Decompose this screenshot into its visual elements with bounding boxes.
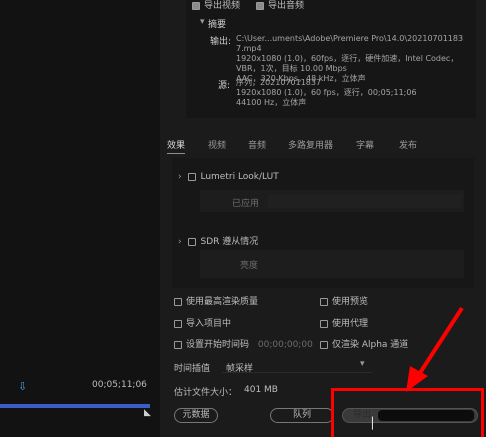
file-size-label: 估计文件大小： [174, 388, 238, 398]
import-into-project-checkbox[interactable] [174, 319, 182, 328]
summary-title: 摘要 [208, 20, 227, 30]
chevron-right-icon[interactable]: › [178, 237, 182, 247]
use-preview-checkbox[interactable] [320, 297, 328, 306]
export-video-checkbox[interactable] [192, 1, 200, 10]
start-timecode-value[interactable]: 00;00;00;00 [258, 340, 313, 350]
use-preview-label: 使用预览 [332, 297, 369, 307]
export-audio-checkbox[interactable] [256, 1, 264, 10]
output-line: 1920x1080 (1.0)，60fps，逐行，硬件加速，Intel Code… [236, 54, 459, 63]
output-label: 输出: [210, 37, 232, 47]
progress-fill [0, 404, 150, 408]
tab-audio[interactable]: 音频 [248, 138, 266, 151]
sdr-checkbox[interactable] [188, 237, 197, 246]
tab-effects[interactable]: 效果 [167, 138, 186, 154]
lumetri-row[interactable]: › Lumetri Look/LUT [178, 172, 279, 182]
export-video-label: 导出视频 [204, 1, 241, 11]
chevron-right-icon[interactable]: › [178, 172, 182, 182]
sdr-row[interactable]: › SDR 遵从情况 [178, 234, 258, 247]
lumetri-checkbox[interactable] [188, 172, 197, 181]
timecode: 00;05;11;06 [92, 380, 147, 390]
max-render-quality-checkbox[interactable] [174, 297, 182, 306]
source-preview-panel: ⇩ 00;05;11;06 ◣ [0, 0, 160, 437]
metadata-button[interactable]: 元数据 [174, 408, 218, 423]
use-preview-option[interactable]: 使用预览 [320, 294, 368, 307]
lumetri-applied-label: 已应用 [232, 199, 260, 209]
start-timecode-checkbox[interactable] [174, 340, 182, 349]
fit-icon[interactable]: ⇩ [18, 380, 27, 393]
highlight-frame [331, 388, 484, 437]
import-into-project-label: 导入项目中 [186, 319, 232, 329]
playhead-icon[interactable]: ◣ [144, 408, 151, 418]
import-into-project-option[interactable]: 导入项目中 [174, 316, 231, 329]
sdr-brightness-label: 亮度 [240, 261, 259, 271]
max-render-quality-label: 使用最高渲染质量 [186, 297, 259, 307]
export-video-check[interactable]: 导出视频 [192, 0, 240, 11]
source-line: 44100 Hz，立体声 [236, 98, 307, 107]
time-interpolation-label: 时间插值 [174, 364, 211, 374]
max-render-quality-option[interactable]: 使用最高渲染质量 [174, 294, 258, 307]
tab-video[interactable]: 视频 [208, 138, 226, 151]
use-proxy-checkbox[interactable] [320, 319, 328, 328]
render-alpha-label: 仅渲染 Alpha 通道 [332, 340, 409, 350]
start-timecode-label: 设置开始时间码 [186, 340, 250, 350]
tab-publish[interactable]: 发布 [399, 138, 417, 151]
chevron-down-icon[interactable]: ▾ [360, 359, 365, 369]
time-interpolation-value: 帧采样 [226, 364, 254, 374]
time-interpolation-select[interactable]: 帧采样 ▾ [222, 358, 372, 374]
source-line: 序列，202107011837 [236, 78, 322, 87]
source-line: 1920x1080 (1.0)，60 fps，逐行，00;05;11;06 [236, 88, 417, 97]
source-details: 序列，202107011837 1920x1080 (1.0)，60 fps，逐… [236, 78, 417, 108]
output-line: VBR，1次，目标 10.00 Mbps [236, 64, 347, 73]
source-label: 源: [218, 81, 231, 91]
chevron-down-icon[interactable]: ▾ [200, 17, 205, 27]
tab-captions[interactable]: 字幕 [356, 138, 374, 151]
progress-track[interactable] [0, 404, 150, 408]
file-size-value: 401 MB [244, 385, 278, 395]
lumetri-label: Lumetri Look/LUT [200, 172, 279, 182]
use-proxy-option[interactable]: 使用代理 [320, 316, 368, 329]
summary-box: 导出视频 导出音频 ▾ 摘要 输出: C:\User...uments\Adob… [186, 0, 476, 118]
use-proxy-label: 使用代理 [332, 319, 369, 329]
tab-multiplexer[interactable]: 多路复用器 [288, 138, 333, 151]
render-alpha-checkbox[interactable] [320, 340, 328, 349]
output-details: C:\User...uments\Adobe\Premiere Pro\14.0… [236, 34, 476, 84]
start-timecode-option[interactable]: 设置开始时间码 00;00;00;00 [174, 337, 313, 350]
queue-button[interactable]: 队列 [270, 408, 334, 423]
output-line: C:\User...uments\Adobe\Premiere Pro\14.0… [236, 34, 464, 53]
lumetri-select[interactable] [268, 194, 462, 208]
export-audio-check[interactable]: 导出音频 [256, 0, 304, 11]
export-audio-label: 导出音频 [268, 1, 305, 11]
render-alpha-option[interactable]: 仅渲染 Alpha 通道 [320, 337, 408, 350]
sdr-label: SDR 遵从情况 [200, 237, 259, 247]
